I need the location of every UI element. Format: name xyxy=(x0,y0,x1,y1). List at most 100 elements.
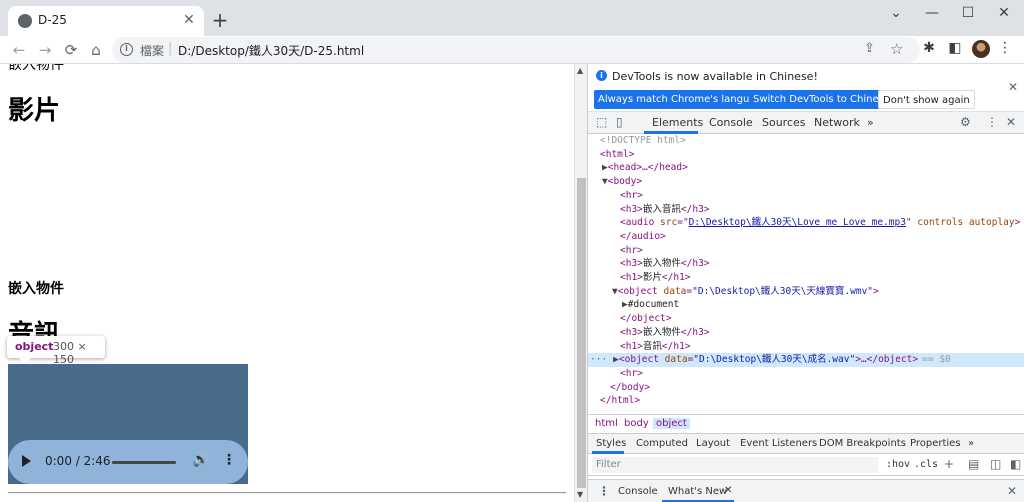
dom-line[interactable]: </body> xyxy=(588,381,1024,395)
dom-line[interactable]: <html> xyxy=(588,148,1024,162)
device-toolbar-icon[interactable]: ▯ xyxy=(616,115,623,129)
extensions-icon[interactable]: ✱ xyxy=(920,40,938,56)
scroll-down-icon[interactable]: ▼ xyxy=(577,490,583,499)
tab-properties[interactable]: Properties xyxy=(910,438,961,449)
dom-line[interactable]: ▼<body> xyxy=(588,175,1024,189)
switch-to-chinese-button[interactable]: Switch DevTools to Chinese xyxy=(749,90,894,109)
breadcrumb-object[interactable]: object xyxy=(653,418,690,429)
match-language-button[interactable]: Always match Chrome's language xyxy=(594,90,772,109)
dom-line[interactable]: <h3>嵌入物件</h3> xyxy=(588,326,1024,340)
more-dots-icon[interactable]: ··· xyxy=(588,354,607,365)
maximize-icon[interactable]: ☐ xyxy=(950,0,986,30)
close-tab-icon[interactable]: ✕ xyxy=(724,485,732,496)
dom-line[interactable]: </object> xyxy=(588,312,1024,326)
expand-arrow-icon[interactable]: ▶ xyxy=(607,354,619,365)
breadcrumb-body[interactable]: body xyxy=(621,418,652,429)
dom-line[interactable]: <audio src="D:\Desktop\鐵人30天\Love me Lov… xyxy=(588,216,1024,230)
close-window-icon[interactable]: ✕ xyxy=(986,0,1022,30)
play-icon[interactable] xyxy=(22,455,31,467)
class-toggle[interactable]: .cls xyxy=(914,459,938,470)
minimize-icon[interactable]: — xyxy=(914,0,950,30)
infobar-close-icon[interactable]: ✕ xyxy=(1008,80,1018,94)
dom-line[interactable]: <h3>嵌入音訊</h3> xyxy=(588,203,1024,217)
scroll-thumb[interactable] xyxy=(577,178,586,488)
profile-avatar[interactable] xyxy=(972,40,990,58)
expand-arrow-icon[interactable]: ▶ xyxy=(588,299,628,310)
tab-event-listeners[interactable]: Event Listeners xyxy=(740,438,817,449)
browser-menu-icon[interactable]: ⋮ xyxy=(996,40,1014,56)
hover-state-toggle[interactable]: :hov xyxy=(886,459,910,470)
audio-progress-slider[interactable] xyxy=(112,461,176,464)
dom-line[interactable]: ▼<object data="D:\Desktop\鐵人30天\天線寶寶.wmv… xyxy=(588,285,1024,299)
star-icon[interactable]: ☆ xyxy=(890,40,903,58)
side-panel-icon[interactable]: ◧ xyxy=(946,40,964,56)
collapse-arrow-icon[interactable]: ▼ xyxy=(588,286,618,297)
styles-filter-input[interactable]: Filter xyxy=(592,457,878,473)
dom-line[interactable]: <h3>嵌入物件</h3> xyxy=(588,257,1024,271)
dom-line-selected[interactable]: ··· ▶<object data="D:\Desktop\鐵人30天\成名.wa… xyxy=(588,353,1024,367)
breadcrumb-html[interactable]: html xyxy=(592,418,621,429)
share-icon[interactable]: ⇪ xyxy=(864,41,875,56)
tab-elements[interactable]: Elements xyxy=(652,116,703,129)
back-icon[interactable]: ← xyxy=(8,39,30,61)
home-icon[interactable]: ⌂ xyxy=(85,39,107,61)
audio-player[interactable]: 0:00 / 2:46 🔊 ⋮ xyxy=(8,440,248,484)
tab-close-icon[interactable]: ✕ xyxy=(180,11,198,29)
tooltip-tag: object xyxy=(15,340,54,353)
audio-src-link[interactable]: D:\Desktop\鐵人30天\Love me Love me.mp3 xyxy=(689,217,906,228)
forward-icon[interactable]: → xyxy=(34,39,56,61)
collapse-arrow-icon[interactable]: ▼ xyxy=(588,176,608,187)
more-styles-tabs-icon[interactable]: » xyxy=(968,438,974,449)
devtools-panel: i DevTools is now available in Chinese! … xyxy=(587,64,1024,502)
tab-dom-breakpoints[interactable]: DOM Breakpoints xyxy=(819,438,906,449)
more-tabs-icon[interactable]: » xyxy=(867,116,874,129)
browser-tab[interactable]: D-25 ✕ xyxy=(8,6,204,36)
page-scrollbar[interactable]: ▲ ▼ xyxy=(574,64,587,502)
tab-layout[interactable]: Layout xyxy=(696,438,730,449)
tab-computed[interactable]: Computed xyxy=(636,438,688,449)
reload-icon[interactable]: ⟳ xyxy=(60,39,82,61)
inspect-element-icon[interactable]: ⬚ xyxy=(596,115,607,129)
drawer-tab-console[interactable]: Console xyxy=(618,486,658,497)
add-rule-icon[interactable]: + xyxy=(944,457,954,471)
dom-line[interactable]: ▶#document xyxy=(588,298,1024,312)
dom-line[interactable]: <!DOCTYPE html> xyxy=(588,134,1024,148)
chevron-down-icon[interactable]: ⌄ xyxy=(878,0,914,30)
volume-icon[interactable]: 🔊 xyxy=(192,452,209,468)
computed-sidebar-icon[interactable]: ◫ xyxy=(990,457,1001,471)
toggle-sidebar-icon[interactable]: ◧ xyxy=(1010,457,1021,471)
dom-line[interactable]: </audio> xyxy=(588,230,1024,244)
dont-show-again-button[interactable]: Don't show again xyxy=(878,90,975,109)
drawer-menu-icon[interactable]: ⋮ xyxy=(598,484,610,498)
dom-line[interactable]: </html> xyxy=(588,394,1024,408)
new-tab-icon[interactable]: + xyxy=(210,10,230,30)
address-bar[interactable]: i 檔案 | D:/Desktop/鐵人30天/D-25.html ⇪ ☆ xyxy=(112,37,920,63)
scroll-up-icon[interactable]: ▲ xyxy=(577,66,583,75)
drawer-tab-whats-new[interactable]: What's New xyxy=(668,486,727,497)
tab-network[interactable]: Network xyxy=(814,116,860,129)
tab-styles[interactable]: Styles xyxy=(596,438,626,449)
dom-line[interactable]: <h1>音訊</h1> xyxy=(588,340,1024,354)
url-text[interactable]: D:/Desktop/鐵人30天/D-25.html xyxy=(178,42,364,59)
tab-console[interactable]: Console xyxy=(709,116,753,129)
dom-line[interactable]: <hr> xyxy=(588,244,1024,258)
object-close-tag: </object> xyxy=(620,313,672,325)
h3-text: 嵌入音訊 xyxy=(642,203,681,215)
expand-arrow-icon[interactable]: ▶ xyxy=(588,162,608,173)
info-icon[interactable]: i xyxy=(120,43,133,56)
dom-line[interactable]: <hr> xyxy=(588,367,1024,381)
tab-title: D-25 xyxy=(38,13,67,27)
devtools-close-icon[interactable]: ✕ xyxy=(1006,115,1016,129)
dom-line[interactable]: <h1>影片</h1> xyxy=(588,271,1024,285)
devtools-menu-icon[interactable]: ⋮ xyxy=(986,115,998,129)
dom-line[interactable]: <hr> xyxy=(588,189,1024,203)
paint-icon[interactable]: ▤ xyxy=(968,457,979,471)
more-options-icon[interactable]: ⋮ xyxy=(222,452,236,468)
settings-gear-icon[interactable]: ⚙ xyxy=(960,115,971,129)
drawer-close-icon[interactable]: ✕ xyxy=(1007,484,1017,498)
tab-sources[interactable]: Sources xyxy=(762,116,806,129)
hr-tag: <hr> xyxy=(620,244,643,256)
tooltip-size: 300 × 150 xyxy=(53,340,87,366)
dom-line[interactable]: ▶<head>…</head> xyxy=(588,161,1024,175)
document-node: #document xyxy=(627,299,680,311)
